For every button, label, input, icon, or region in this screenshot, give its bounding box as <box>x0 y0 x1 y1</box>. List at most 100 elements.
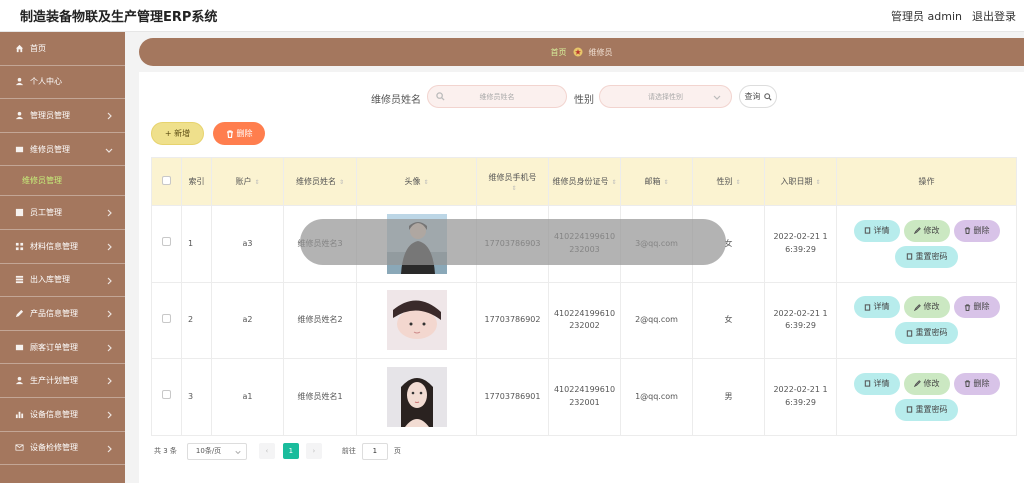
logout-link[interactable]: 退出登录 <box>972 8 1016 24</box>
sidebar-item-profile[interactable]: 个人中心 <box>0 66 125 100</box>
cell-gender: 女 <box>692 281 765 359</box>
gender-select[interactable]: 请选择性别 <box>599 85 732 108</box>
sidebar-item-material[interactable]: 材料信息管理 <box>0 230 125 264</box>
search-icon <box>436 92 446 102</box>
gender-select-placeholder: 请选择性别 <box>648 92 683 101</box>
name-search-placeholder: 维修员姓名 <box>479 92 515 101</box>
sidebar-item-repairer[interactable]: 维修员管理 <box>0 133 125 167</box>
row-select[interactable] <box>151 205 182 283</box>
sidebar-item-product[interactable]: 产品信息管理 <box>0 297 125 331</box>
reset-password-button[interactable]: 重置密码 <box>895 245 958 268</box>
cell-avatar <box>356 281 477 359</box>
edit-button[interactable]: 修改 <box>903 372 950 395</box>
edit-button[interactable]: 修改 <box>903 219 950 242</box>
reset-password-button[interactable]: 重置密码 <box>895 398 958 421</box>
checkbox[interactable] <box>162 390 171 400</box>
query-button-label: 查询 <box>744 92 761 101</box>
cell-index: 2 <box>181 281 212 359</box>
sidebar-subitem-repairer[interactable]: 维修员管理 <box>0 166 125 197</box>
cell-id-card: 410224199610 232001 <box>548 358 621 436</box>
checkbox[interactable] <box>162 237 171 247</box>
column-header[interactable]: 头像 ⇕ <box>356 157 477 206</box>
row-select[interactable] <box>151 358 182 436</box>
sidebar-item-home[interactable]: 首页 <box>0 32 125 66</box>
cell-name: 维修员姓名1 <box>283 358 357 436</box>
page-size-select[interactable]: 10条/页 <box>186 442 247 460</box>
sort-icon[interactable]: ⇕ <box>611 179 616 186</box>
column-header[interactable]: 维修员姓名 ⇕ <box>283 157 357 206</box>
sidebar-item-label: 顾客订单管理 <box>30 342 78 352</box>
checkbox[interactable] <box>162 176 171 185</box>
current-user[interactable]: 管理员 admin <box>891 8 962 24</box>
sidebar-item-label: 维修员管理 <box>30 144 70 154</box>
header-select-all[interactable] <box>151 157 182 206</box>
chevron-down-icon <box>713 93 721 101</box>
column-header[interactable]: 账户 ⇕ <box>211 157 284 206</box>
delete-button[interactable]: 删除 <box>213 122 265 145</box>
avatar <box>386 290 447 351</box>
sort-icon[interactable]: ⇕ <box>339 179 344 186</box>
sort-icon[interactable]: ⇕ <box>423 179 428 186</box>
row-delete-button[interactable]: 删除 <box>953 296 1000 319</box>
trash-icon <box>964 380 970 388</box>
trash-icon <box>226 129 233 138</box>
column-header[interactable]: 性别 ⇕ <box>692 157 765 206</box>
detail-button[interactable]: 详情 <box>853 296 900 319</box>
cell-gender: 男 <box>692 358 765 436</box>
prev-page-button[interactable]: ‹ <box>258 443 275 459</box>
column-header[interactable]: 维修员身份证号 ⇕ <box>548 157 621 206</box>
name-search-input[interactable]: 维修员姓名 <box>427 85 567 108</box>
detail-button[interactable]: 详情 <box>853 372 900 395</box>
sidebar-item-admin[interactable]: 管理员管理 <box>0 99 125 133</box>
column-header[interactable]: 邮箱 ⇕ <box>620 157 693 206</box>
edit-button[interactable]: 修改 <box>903 296 950 319</box>
row-select[interactable] <box>151 281 182 359</box>
cell-actions: 详情 修改 删除 重置密码 <box>836 358 1017 436</box>
sort-icon[interactable]: ⇕ <box>511 185 516 192</box>
sidebar-item-label: 设备检修管理 <box>30 443 78 453</box>
cell-join-date: 2022-02-21 1 6:39:29 <box>764 281 837 359</box>
column-header[interactable]: 入职日期 ⇕ <box>764 157 837 206</box>
goto-page-input[interactable]: 1 <box>361 442 388 460</box>
cell-join-date: 2022-02-21 1 6:39:29 <box>764 358 837 436</box>
next-page-button[interactable]: › <box>305 443 322 459</box>
cell-avatar <box>356 358 477 436</box>
cell-account: a3 <box>211 205 284 283</box>
star-icon <box>573 47 583 57</box>
sort-icon[interactable]: ⇕ <box>815 179 820 186</box>
detail-button[interactable]: 详情 <box>853 219 900 242</box>
sort-icon[interactable]: ⇕ <box>254 179 259 186</box>
user-icon <box>14 110 24 120</box>
user-icon <box>14 376 24 386</box>
sidebar-item-device[interactable]: 设备信息管理 <box>0 398 125 432</box>
sidebar-item-order[interactable]: 顾客订单管理 <box>0 331 125 365</box>
sort-icon[interactable]: ⇕ <box>735 179 740 186</box>
cell-account: a2 <box>211 281 284 359</box>
column-header[interactable]: 维修员手机号 ⇕ <box>476 157 549 206</box>
search-icon <box>763 92 772 101</box>
sidebar-item-plan[interactable]: 生产计划管理 <box>0 364 125 398</box>
sidebar-item-maintenance[interactable]: 设备检修管理 <box>0 432 125 466</box>
query-button[interactable]: 查询 <box>739 85 777 108</box>
cell-index: 3 <box>181 358 212 436</box>
page-number-current[interactable]: 1 <box>282 443 299 459</box>
column-header: 索引 <box>181 157 212 206</box>
goto-label: 前往 <box>341 447 356 455</box>
cell-email: 2@qq.com <box>620 281 693 359</box>
breadcrumb-home[interactable]: 首页 <box>551 47 567 58</box>
sidebar-item-employee[interactable]: 员工管理 <box>0 196 125 230</box>
add-button[interactable]: + 新增 <box>151 122 204 145</box>
delete-button-label: 删除 <box>236 129 253 138</box>
row-delete-button[interactable]: 删除 <box>953 372 1000 395</box>
chevron-right-icon <box>105 310 113 318</box>
document-icon <box>906 253 912 260</box>
checkbox[interactable] <box>162 313 171 323</box>
document-icon <box>906 330 912 337</box>
avatar <box>386 366 447 427</box>
sort-icon[interactable]: ⇕ <box>663 179 668 186</box>
row-delete-button[interactable]: 删除 <box>953 219 1000 242</box>
reset-password-button[interactable]: 重置密码 <box>895 322 958 345</box>
name-search-label: 维修员姓名 <box>371 95 421 106</box>
sidebar-item-inventory[interactable]: 出入库管理 <box>0 264 125 298</box>
chevron-down-icon <box>235 450 241 454</box>
